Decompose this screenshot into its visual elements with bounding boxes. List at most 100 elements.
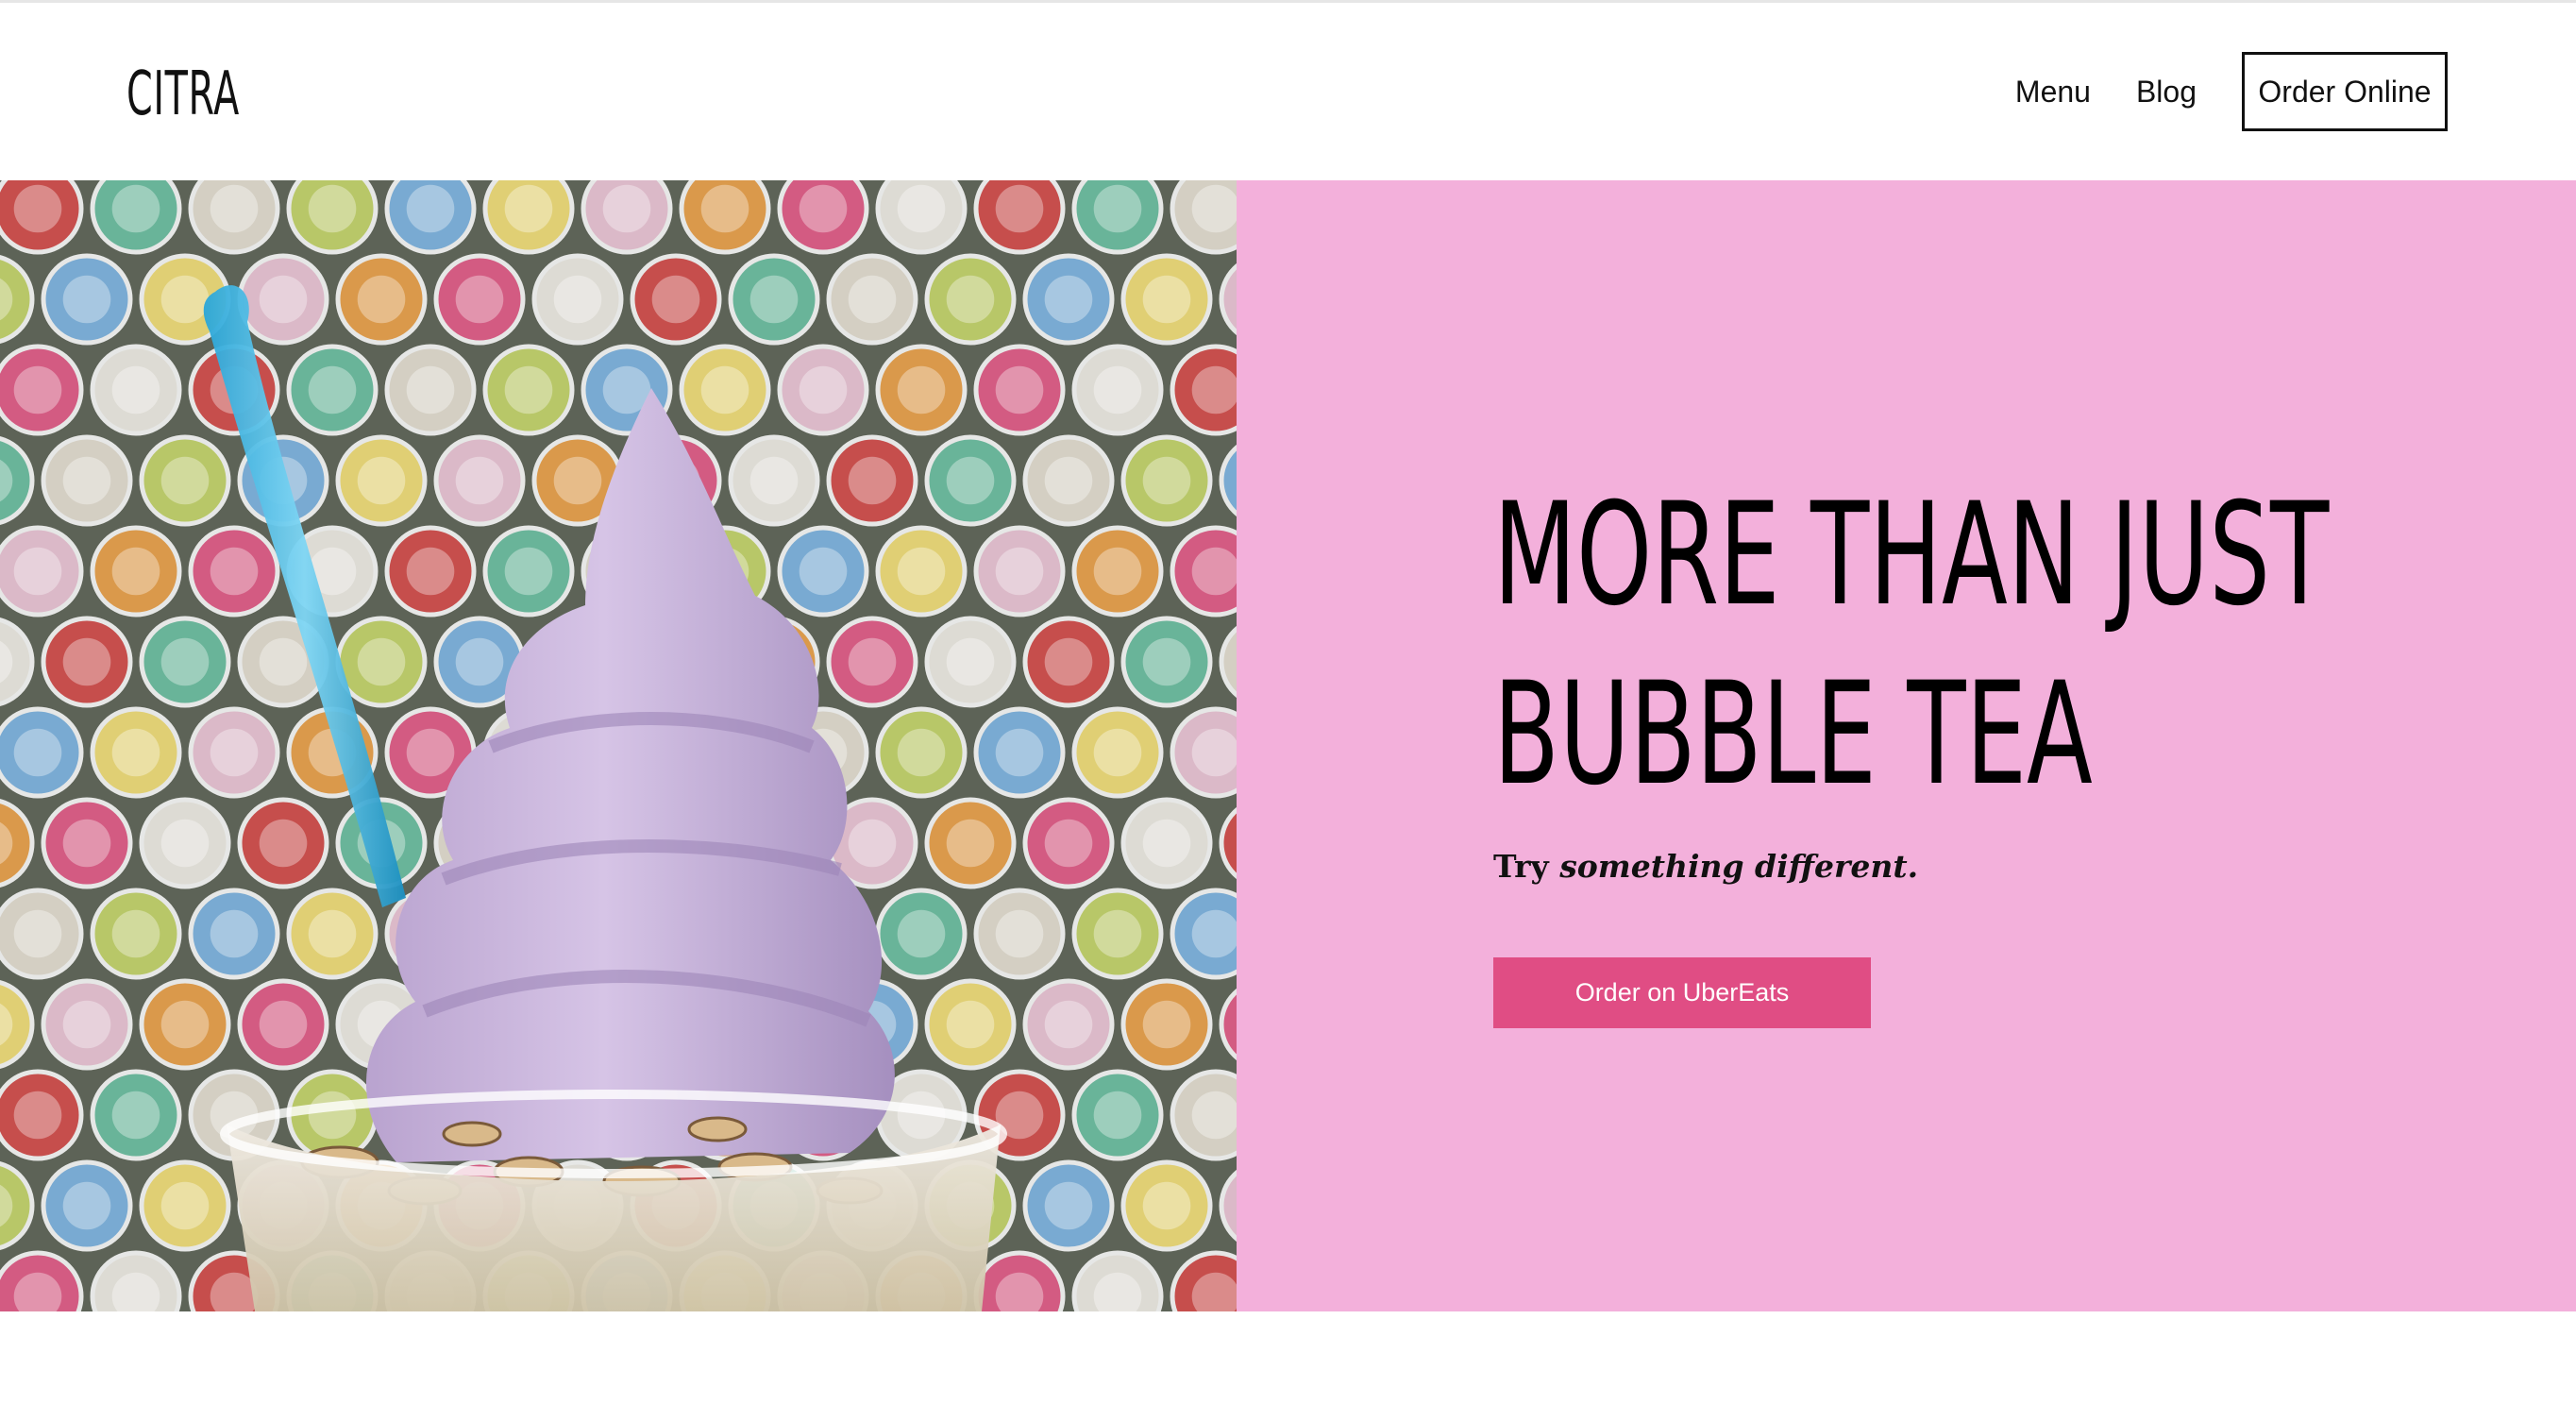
bottle-cap-center — [1044, 819, 1093, 868]
bottle-cap-center — [1093, 547, 1142, 596]
bottle-cap-center — [111, 365, 160, 414]
bottle-cap-center — [62, 637, 111, 686]
bottle-cap-center — [1093, 365, 1142, 414]
bottle-cap-center — [62, 275, 111, 324]
bottle-cap-center — [1044, 456, 1093, 505]
bottle-cap-center — [1093, 909, 1142, 958]
bottle-cap-center — [160, 456, 210, 505]
bottle-cap-center — [308, 184, 357, 233]
bottle-cap-center — [995, 909, 1044, 958]
tagline-prefix: Try — [1493, 848, 1560, 885]
bottle-cap-center — [1142, 1000, 1191, 1049]
bottle-cap-center — [553, 275, 602, 324]
bottle-cap-center — [13, 365, 62, 414]
bottle-cap-center — [1142, 819, 1191, 868]
bottle-cap-center — [897, 184, 946, 233]
bottle-cap-center — [160, 1181, 210, 1230]
bottle-cap-center — [946, 456, 995, 505]
hero-tagline: Try something different. — [1493, 848, 1918, 885]
bottle-cap-center — [13, 1091, 62, 1140]
bottle-cap-center — [995, 547, 1044, 596]
bottle-cap-center — [946, 819, 995, 868]
bottle-cap-center — [602, 184, 651, 233]
bottle-cap-center — [111, 184, 160, 233]
hero-headline: MORE THAN JUST BUBBLE TEA — [1493, 465, 2405, 824]
nav-link-menu[interactable]: Menu — [2015, 75, 2091, 110]
brand-logo[interactable]: CITRA — [126, 57, 240, 132]
bottle-cap-center — [13, 728, 62, 777]
bottle-cap-center — [1044, 637, 1093, 686]
bottle-cap-center — [13, 909, 62, 958]
bottle-cap-center — [897, 909, 946, 958]
bottle-cap-center — [946, 1000, 995, 1049]
bottle-cap-center — [504, 184, 553, 233]
bottle-cap-center — [62, 456, 111, 505]
bottle-cap-center — [946, 637, 995, 686]
hero-section: MORE THAN JUST BUBBLE TEA Try something … — [0, 180, 2576, 1311]
page-below-hero — [0, 1311, 2576, 1404]
bottle-cap-center — [210, 184, 259, 233]
bottle-cap-center — [308, 365, 357, 414]
bottle-cap-center — [1044, 1000, 1093, 1049]
bottle-cap-center — [111, 909, 160, 958]
bottle-cap-center — [995, 365, 1044, 414]
bottle-cap-center — [259, 637, 308, 686]
bottle-cap-center — [406, 728, 455, 777]
bottle-cap-center — [1142, 275, 1191, 324]
bottle-cap-center — [111, 547, 160, 596]
bottle-cap-center — [995, 728, 1044, 777]
bottle-cap-center — [160, 275, 210, 324]
bottle-cap-center — [700, 365, 749, 414]
bottle-cap-center — [160, 1000, 210, 1049]
hero-image-ice-cream — [0, 180, 1237, 1311]
bottle-cap-center — [799, 184, 848, 233]
order-ubereats-button[interactable]: Order on UberEats — [1493, 957, 1871, 1028]
bottle-cap-center — [259, 819, 308, 868]
bottle-cap-center — [210, 728, 259, 777]
hero-headline-line2: BUBBLE TEA — [1493, 652, 2093, 817]
tagline-emphasis: something different. — [1559, 848, 1919, 885]
bottle-cap-center — [504, 547, 553, 596]
order-online-button[interactable]: Order Online — [2242, 52, 2448, 131]
bottle-cap-center — [1044, 275, 1093, 324]
bottle-cap-center — [406, 547, 455, 596]
bottle-cap-center — [406, 184, 455, 233]
bottle-cap-center — [13, 184, 62, 233]
bottle-cap-center — [848, 275, 897, 324]
bottle-cap-center — [749, 456, 799, 505]
bottle-cap-center — [62, 1181, 111, 1230]
bottle-cap-center — [651, 275, 700, 324]
bottle-cap-center — [13, 547, 62, 596]
bottle-cap-center — [1142, 1181, 1191, 1230]
bottle-cap-center — [1044, 1181, 1093, 1230]
bottle-cap-center — [62, 1000, 111, 1049]
bottle-cap-center — [995, 184, 1044, 233]
bottle-cap-center — [308, 1091, 357, 1140]
bottle-cap-center — [848, 456, 897, 505]
bottle-cap-center — [897, 365, 946, 414]
bottle-cap-center — [259, 275, 308, 324]
bottle-cap-center — [308, 909, 357, 958]
bottle-cap-center — [210, 909, 259, 958]
hero-photo-illustration — [0, 180, 1237, 1311]
bottle-cap-center — [259, 1000, 308, 1049]
bottle-cap-center — [897, 728, 946, 777]
bottle-cap-center — [357, 275, 406, 324]
bottle-cap-center — [160, 637, 210, 686]
hero-text-panel: MORE THAN JUST BUBBLE TEA Try something … — [1237, 180, 2576, 1311]
bottle-cap-center — [357, 637, 406, 686]
nav-link-blog[interactable]: Blog — [2136, 75, 2197, 110]
bottle-cap-center — [62, 819, 111, 868]
bottle-cap-center — [700, 184, 749, 233]
bottle-cap-center — [1093, 728, 1142, 777]
bottle-cap-center — [799, 365, 848, 414]
bottle-cap-center — [897, 547, 946, 596]
bottle-cap-center — [799, 547, 848, 596]
bottle-cap-center — [848, 637, 897, 686]
bottle-cap-center — [455, 456, 504, 505]
main-nav: Menu Blog Order Online — [2015, 52, 2448, 131]
bottle-cap-center — [1093, 184, 1142, 233]
bottle-cap-center — [406, 365, 455, 414]
bottle-cap-center — [1142, 456, 1191, 505]
hero-headline-line1: MORE THAN JUST — [1493, 473, 2330, 637]
